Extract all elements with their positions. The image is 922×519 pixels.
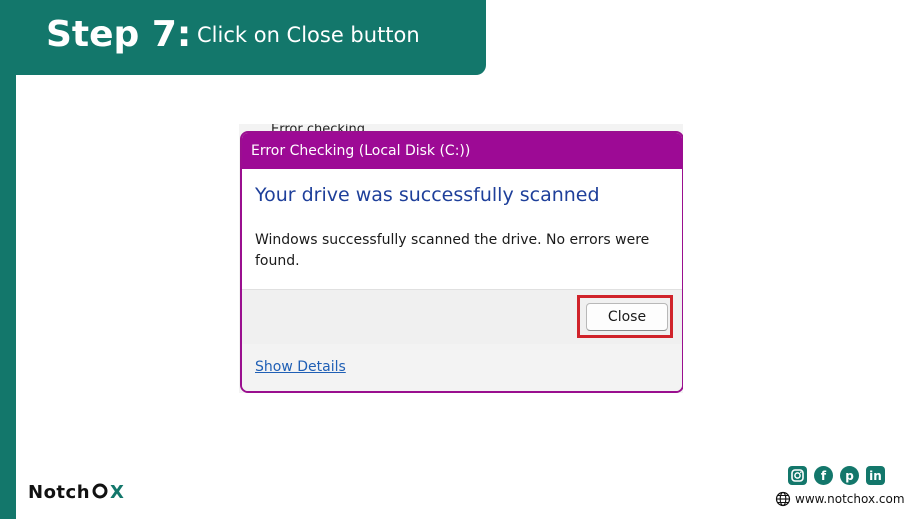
dialog-heading: Your drive was successfully scanned [255,184,600,206]
logo-text: Notch [28,482,91,503]
left-accent-bar [0,0,16,519]
dialog-title: Error Checking (Local Disk (C:)) [242,133,682,169]
social-icons: f p in [788,466,885,486]
dialog-message: Windows successfully scanned the drive. … [255,232,650,269]
close-button[interactable]: Close [586,303,668,331]
globe-icon [775,491,791,507]
step-number: Step 7: [46,14,192,55]
show-details-link[interactable]: Show Details [255,359,346,375]
logo-o-icon [92,483,108,499]
logo-x: X [110,482,125,503]
close-button-highlight: Close [577,295,673,338]
dialog-footer: Show Details [242,344,682,391]
dialog-screenshot: Error checking Error Checking (Local Dis… [239,124,683,393]
linkedin-icon[interactable]: in [866,466,885,485]
error-checking-dialog: Error Checking (Local Disk (C:)) Your dr… [240,131,683,393]
website-url[interactable]: www.notchox.com [795,492,905,506]
instagram-icon[interactable] [788,466,807,485]
facebook-icon[interactable]: f [814,466,833,485]
notchox-logo: Notch X [28,482,124,504]
step-banner: Step 7: Click on Close button [0,0,486,75]
dialog-button-area: Close [242,289,682,345]
website[interactable]: www.notchox.com [775,489,905,509]
step-instruction: Click on Close button [197,23,420,47]
pinterest-icon[interactable]: p [840,466,859,485]
